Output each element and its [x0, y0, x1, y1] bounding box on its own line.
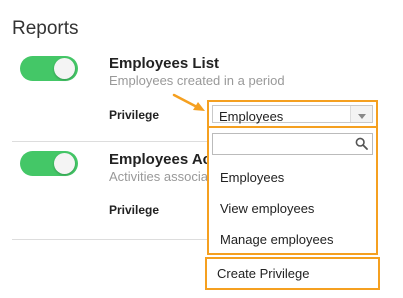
toggle-knob	[54, 153, 75, 174]
dropdown-option-employees[interactable]: Employees	[220, 170, 284, 185]
chevron-down-icon[interactable]	[350, 106, 372, 122]
report-description: Employees created in a period	[109, 73, 285, 88]
privilege-dropdown: Employees View employees Manage employee…	[207, 128, 378, 255]
report-title: Employees Activities	[109, 151, 209, 168]
search-field[interactable]	[212, 133, 373, 155]
divider	[12, 239, 208, 240]
report-title: Employees List	[109, 55, 220, 72]
privilege-label: Privilege	[109, 108, 160, 122]
create-privilege-button[interactable]: Create Privilege	[205, 257, 380, 290]
dropdown-option-manage-employees[interactable]: Manage employees	[220, 232, 333, 247]
select-value: Employees	[219, 109, 284, 124]
employees-activities-toggle[interactable]	[20, 151, 78, 176]
employees-list-toggle[interactable]	[20, 56, 78, 81]
search-icon	[355, 137, 368, 150]
report-description: Activities associated	[109, 169, 209, 184]
search-input[interactable]	[213, 134, 353, 154]
privilege-select[interactable]: Employees	[207, 100, 378, 128]
select-field[interactable]: Employees	[212, 105, 373, 124]
toggle-knob	[54, 58, 75, 79]
section-title: Reports	[12, 18, 79, 39]
create-privilege-label: Create Privilege	[217, 266, 310, 281]
dropdown-option-view-employees[interactable]: View employees	[220, 201, 314, 216]
privilege-label: Privilege	[109, 203, 160, 217]
arrow-icon	[172, 93, 205, 111]
divider	[12, 141, 208, 142]
